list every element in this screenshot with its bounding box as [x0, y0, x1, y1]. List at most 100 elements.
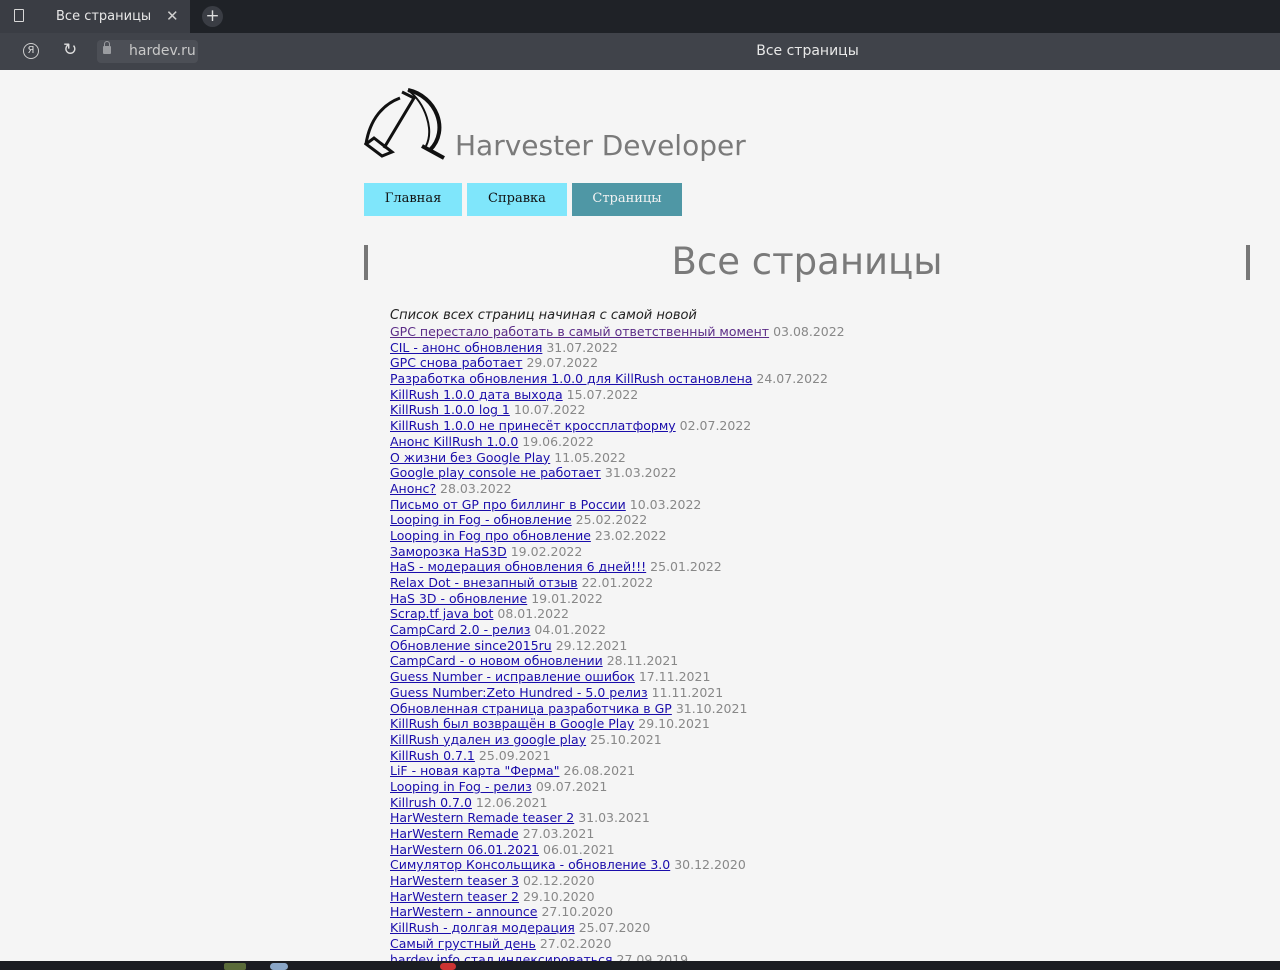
page-date: 28.11.2021	[606, 653, 679, 669]
list-item: KillRush 0.7.1 25.09.2021	[390, 748, 845, 764]
page-link[interactable]: HarWestern - announce	[390, 904, 537, 919]
list-item: Обновленная страница разработчика в GP 3…	[390, 701, 845, 717]
page-link[interactable]: KillRush был возвращён в Google Play	[390, 716, 634, 731]
page-link[interactable]: KillRush 1.0.0 дата выхода	[390, 387, 563, 402]
page-link[interactable]: Симулятор Консольщика - обновление 3.0	[390, 857, 670, 872]
page-link[interactable]: Заморозка HaS3D	[390, 544, 507, 559]
page-heading: Все страницы	[671, 240, 943, 283]
list-item: LiF - новая карта "Ферма" 26.08.2021	[390, 763, 845, 779]
page-link[interactable]: HaS - модерация обновления 6 дней!!!	[390, 559, 646, 574]
list-item: CIL - анонс обновления 31.07.2022	[390, 340, 845, 356]
hammer-sickle-logo	[364, 88, 445, 160]
page-link[interactable]: HarWestern Remade	[390, 826, 519, 841]
page-link[interactable]: Scrap.tf java bot	[390, 606, 493, 621]
page-date: 11.11.2021	[651, 684, 724, 700]
list-item: Killrush 0.7.0 12.06.2021	[390, 795, 845, 811]
list-item: Scrap.tf java bot 08.01.2022	[390, 606, 845, 622]
page-link[interactable]: Разработка обновления 1.0.0 для KillRush…	[390, 371, 752, 386]
page-link[interactable]: Relax Dot - внезапный отзыв	[390, 575, 578, 590]
page-date: 22.01.2022	[581, 575, 654, 590]
page-date: 25.01.2022	[650, 559, 722, 575]
list-item: GPC перестало работать в самый ответстве…	[390, 324, 845, 340]
page-link[interactable]: KillRush 1.0.0 не принесёт кроссплатформ…	[390, 418, 676, 433]
page-link[interactable]: Письмо от GP про биллинг в России	[390, 497, 626, 512]
page-link[interactable]: Killrush 0.7.0	[390, 795, 472, 810]
page-date: 19.01.2022	[531, 590, 603, 606]
list-item: Самый грустный день 27.02.2020	[390, 936, 845, 952]
list-item: Письмо от GP про биллинг в России 10.03.…	[390, 497, 845, 513]
page-link[interactable]: CampCard - о новом обновлении	[390, 653, 603, 668]
page-date: 17.11.2021	[638, 669, 711, 685]
page-link[interactable]: Looping in Fog - релиз	[390, 779, 532, 794]
list-item: Guess Number - исправление ошибок 17.11.…	[390, 669, 845, 685]
list-item: CampCard - о новом обновлении 28.11.2021	[390, 653, 845, 669]
nav-home[interactable]: Главная	[364, 183, 462, 216]
page-link[interactable]: Анонс?	[390, 481, 436, 496]
site-name: Harvester Developer	[455, 129, 746, 162]
page-link[interactable]: Самый грустный день	[390, 936, 536, 951]
page-date: 02.12.2020	[522, 873, 595, 889]
page-link[interactable]: Обновление since2015ru	[390, 638, 552, 653]
page-link[interactable]: Google play console не работает	[390, 465, 601, 480]
taskbar-app-icon[interactable]	[224, 963, 246, 970]
nav-help[interactable]: Справка	[467, 183, 567, 216]
page-date: 15.07.2022	[566, 386, 639, 402]
browser-tab[interactable]: Все страницы ✕	[0, 0, 190, 33]
list-item: Обновление since2015ru 29.12.2021	[390, 638, 845, 654]
list-item: Анонс? 28.03.2022	[390, 481, 845, 497]
page-date: 24.07.2022	[756, 371, 828, 387]
page-link[interactable]: Анонс KillRush 1.0.0	[390, 434, 518, 449]
page-date: 10.03.2022	[629, 496, 702, 512]
heading-bar-right	[1246, 245, 1250, 280]
page-link[interactable]: Обновленная страница разработчика в GP	[390, 701, 672, 716]
list-item: Разработка обновления 1.0.0 для KillRush…	[390, 371, 845, 387]
list-item: Relax Dot - внезапный отзыв 22.01.2022	[390, 575, 845, 591]
page-link[interactable]: KillRush удален из google play	[390, 732, 586, 747]
page-link[interactable]: GPC снова работает	[390, 355, 522, 370]
page-link[interactable]: Guess Number:Zeto Hundred - 5.0 релиз	[390, 685, 648, 700]
browser-toolbar: Я ↻ hardev.ru Все страницы	[0, 33, 1280, 70]
list-item: Google play console не работает 31.03.20…	[390, 465, 845, 481]
nav-pages[interactable]: Страницы	[572, 183, 682, 216]
list-item: Guess Number:Zeto Hundred - 5.0 релиз 11…	[390, 685, 845, 701]
page-link[interactable]: О жизни без Google Play	[390, 450, 550, 465]
page-link[interactable]: HaS 3D - обновление	[390, 591, 527, 606]
taskbar-app-icon[interactable]	[440, 963, 456, 970]
new-tab-button[interactable]: +	[202, 6, 223, 27]
list-item: Заморозка HaS3D 19.02.2022	[390, 544, 845, 560]
page-link[interactable]: Looping in Fog про обновление	[390, 528, 591, 543]
page-link[interactable]: KillRush 1.0.0 log 1	[390, 402, 510, 417]
page-date: 29.12.2021	[555, 637, 628, 653]
close-icon[interactable]: ✕	[166, 7, 179, 25]
list-item: HarWestern - announce 27.10.2020	[390, 904, 845, 920]
list-item: KillRush 1.0.0 не принесёт кроссплатформ…	[390, 418, 845, 434]
page-date: 12.06.2021	[475, 794, 548, 810]
page-link[interactable]: LiF - новая карта "Ферма"	[390, 763, 559, 778]
list-item: HarWestern teaser 2 29.10.2020	[390, 889, 845, 905]
page-date: 06.01.2021	[543, 841, 615, 857]
list-item: HarWestern teaser 3 02.12.2020	[390, 873, 845, 889]
page-date: 31.03.2022	[604, 465, 677, 481]
page-date: 25.10.2021	[590, 731, 662, 747]
page-date: 25.02.2022	[575, 512, 648, 528]
page-link[interactable]: CampCard 2.0 - релиз	[390, 622, 530, 637]
page-link[interactable]: HarWestern 06.01.2021	[390, 842, 539, 857]
page-link[interactable]: Looping in Fog - обновление	[390, 512, 572, 527]
tab-title: Все страницы	[56, 9, 152, 24]
page-link[interactable]: Guess Number - исправление ошибок	[390, 669, 635, 684]
page-link[interactable]: KillRush - долгая модерация	[390, 920, 575, 935]
page-date: 27.10.2020	[541, 904, 614, 920]
page-link[interactable]: CIL - анонс обновления	[390, 340, 542, 355]
page-link[interactable]: KillRush 0.7.1	[390, 748, 475, 763]
page-date: 31.03.2021	[578, 810, 650, 826]
page-date: 08.01.2022	[497, 606, 569, 622]
list-subtitle: Список всех страниц начиная с самой ново…	[390, 308, 697, 323]
page-link[interactable]: HarWestern teaser 2	[390, 889, 519, 904]
taskbar-app-icon[interactable]	[270, 963, 288, 970]
page-date: 04.01.2022	[534, 622, 606, 638]
page-link[interactable]: HarWestern teaser 3	[390, 873, 519, 888]
page-link[interactable]: HarWestern Remade teaser 2	[390, 810, 574, 825]
page-date: 31.10.2021	[675, 700, 748, 716]
page-date: 28.03.2022	[440, 480, 512, 496]
page-link[interactable]: GPC перестало работать в самый ответстве…	[390, 324, 769, 339]
